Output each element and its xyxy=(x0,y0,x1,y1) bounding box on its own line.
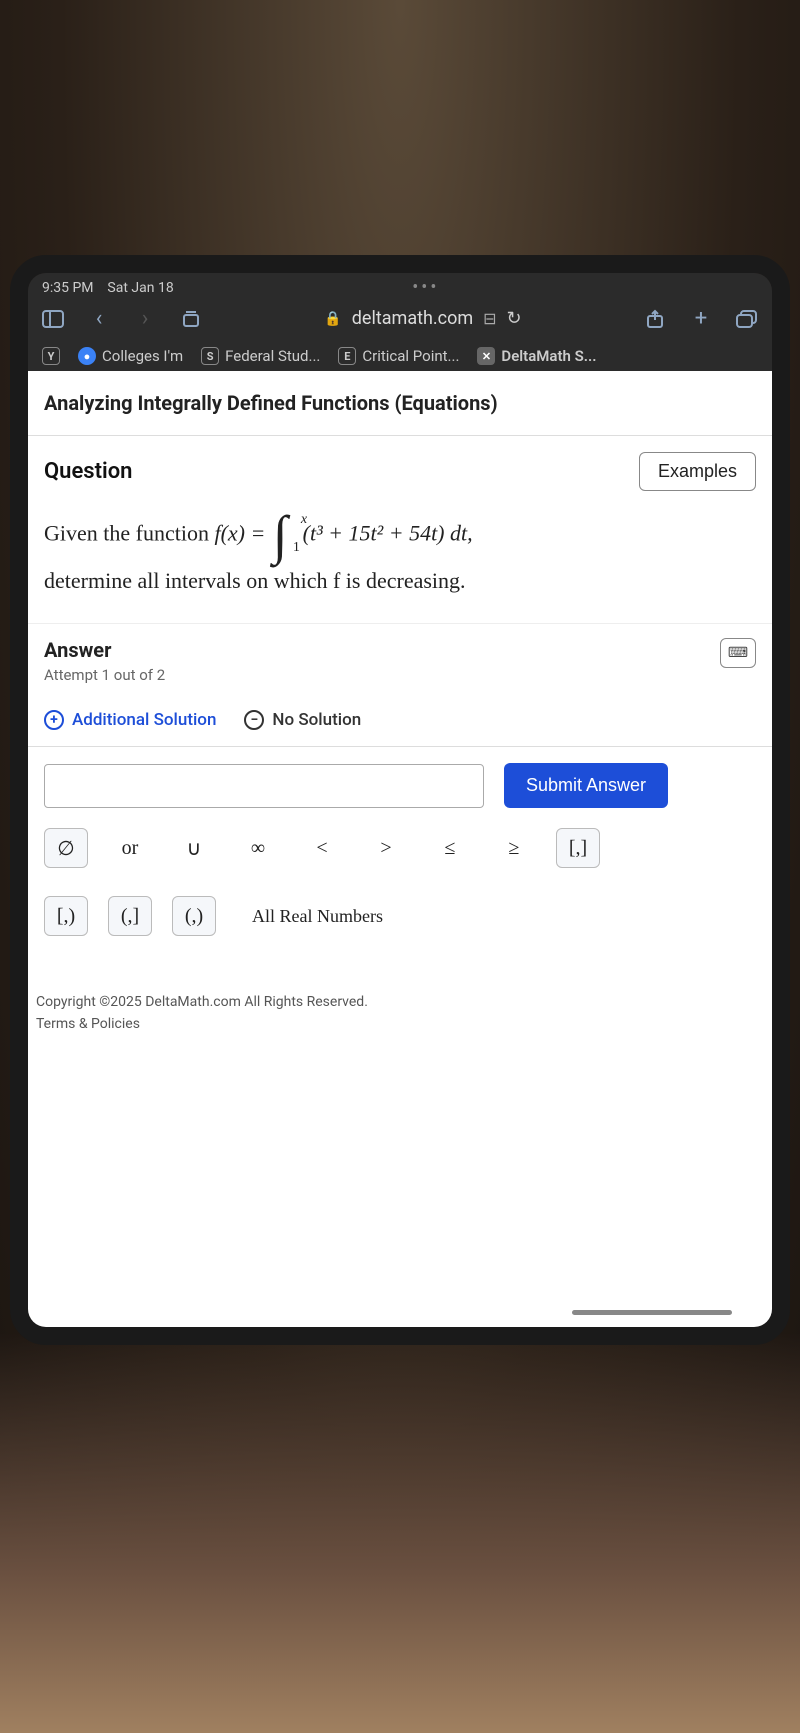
more-icon[interactable]: ••• xyxy=(412,277,439,298)
integral-icon: ∫ xyxy=(273,511,288,560)
key-open-open[interactable]: (,) xyxy=(172,896,216,936)
examples-button[interactable]: Examples xyxy=(639,452,756,491)
share-icon[interactable] xyxy=(642,309,668,329)
key-less-equal[interactable]: ≤ xyxy=(428,828,472,868)
reader-icon[interactable]: ⊟ xyxy=(483,309,496,328)
tabs-icon[interactable] xyxy=(734,310,760,328)
browser-toolbar: ‹ › 🔒 deltamath.com ⊟ ↻ + xyxy=(28,300,772,341)
terms-link[interactable]: Terms & Policies xyxy=(28,1016,772,1032)
answer-label: Answer xyxy=(44,638,165,662)
answer-input[interactable] xyxy=(44,764,484,808)
tab-item[interactable]: ✕ DeltaMath S... xyxy=(477,347,596,365)
scroll-indicator[interactable] xyxy=(572,1310,732,1315)
favicon-icon: S xyxy=(201,347,219,365)
sidebar-icon[interactable] xyxy=(40,310,66,328)
favicon-icon: ✕ xyxy=(477,347,495,365)
tabs-bar: Y ● Colleges I'm S Federal Stud... E Cri… xyxy=(28,341,772,371)
keyboard-icon[interactable]: ⌨ xyxy=(720,638,756,668)
key-greater-than[interactable]: > xyxy=(364,828,408,868)
key-empty-set[interactable]: ∅ xyxy=(44,828,88,868)
new-tab-icon[interactable]: + xyxy=(688,306,714,331)
favicon-icon: E xyxy=(338,347,356,365)
no-solution-button[interactable]: − No Solution xyxy=(244,710,361,730)
key-all-real[interactable]: All Real Numbers xyxy=(236,896,399,936)
key-infinity[interactable]: ∞ xyxy=(236,828,280,868)
submit-button[interactable]: Submit Answer xyxy=(504,763,668,808)
plus-icon: + xyxy=(44,710,64,730)
topic-title: Analyzing Integrally Defined Functions (… xyxy=(28,371,772,436)
tab-item[interactable]: Y xyxy=(42,347,60,365)
key-or[interactable]: or xyxy=(108,828,152,868)
symbol-keypad: ∅ or ∪ ∞ < > ≤ ≥ [,] [,) (,] (,) All Rea… xyxy=(28,824,772,954)
key-closed-open[interactable]: [,) xyxy=(44,896,88,936)
minus-icon: − xyxy=(244,710,264,730)
status-bar: 9:35 PM Sat Jan 18 ••• xyxy=(28,273,772,300)
key-less-than[interactable]: < xyxy=(300,828,344,868)
tab-overview-icon[interactable] xyxy=(178,310,204,328)
status-time: 9:35 PM xyxy=(42,280,94,296)
key-closed-closed[interactable]: [,] xyxy=(556,828,600,868)
reload-icon[interactable]: ↻ xyxy=(507,308,522,329)
tab-item[interactable]: E Critical Point... xyxy=(338,347,459,365)
tab-item[interactable]: S Federal Stud... xyxy=(201,347,320,365)
copyright: Copyright ©2025 DeltaMath.com All Rights… xyxy=(28,954,772,1016)
tab-item[interactable]: ● Colleges I'm xyxy=(78,347,183,365)
lock-icon: 🔒 xyxy=(324,311,341,327)
key-union[interactable]: ∪ xyxy=(172,828,216,868)
question-label: Question xyxy=(44,459,132,484)
status-date: Sat Jan 18 xyxy=(107,280,173,296)
forward-icon: › xyxy=(132,306,158,331)
attempt-counter: Attempt 1 out of 2 xyxy=(44,666,165,684)
problem-statement: Given the function f(x) = ∫ x 1 (t³ + 15… xyxy=(28,503,772,623)
favicon-icon: ● xyxy=(78,347,96,365)
key-greater-equal[interactable]: ≥ xyxy=(492,828,536,868)
back-icon[interactable]: ‹ xyxy=(86,306,112,331)
url-text: deltamath.com xyxy=(352,308,473,329)
additional-solution-button[interactable]: + Additional Solution xyxy=(44,710,216,730)
address-bar[interactable]: 🔒 deltamath.com ⊟ ↻ xyxy=(324,308,521,329)
key-open-closed[interactable]: (,] xyxy=(108,896,152,936)
